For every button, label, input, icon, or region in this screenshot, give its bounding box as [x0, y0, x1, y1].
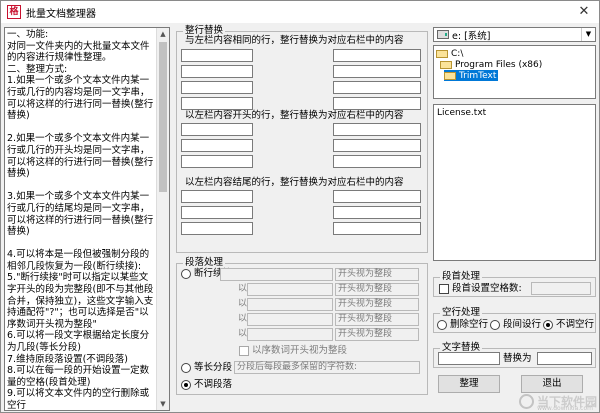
prefix-input-3[interactable]: [247, 313, 333, 326]
directory-list[interactable]: C:\ Program Files (x86) TrimText: [433, 45, 596, 99]
radio-spacing[interactable]: 段间设行: [490, 319, 541, 331]
indent-checkbox-label: 段首设置空格数:: [452, 283, 522, 294]
prefix-input-4[interactable]: [247, 328, 333, 341]
file-list[interactable]: License.txt: [433, 104, 596, 261]
indent-checkbox-box[interactable]: [439, 284, 449, 294]
start-right-input-3[interactable]: [333, 155, 421, 168]
blank-group-title: 空行处理: [440, 307, 483, 319]
replace-with-label: 替换为: [503, 353, 532, 364]
equal-split-placeholder: 分段后每段最多保留的字符数:: [237, 362, 358, 372]
start-left-input-2[interactable]: [181, 139, 253, 152]
same-left-input-4[interactable]: [181, 97, 253, 110]
start-right-input-2[interactable]: [333, 139, 421, 152]
scroll-down-icon[interactable]: ▼: [157, 398, 169, 410]
end-right-input-1[interactable]: [333, 190, 421, 203]
same-right-input-3[interactable]: [333, 81, 421, 94]
help-textbox[interactable]: 一、功能: 对同一文件夹内的大批量文本文件的内容进行规律性整理。 二、整理方式:…: [4, 27, 170, 411]
prefix-label-3: 以: [238, 314, 248, 324]
end-right-input-3[interactable]: [333, 222, 421, 235]
same-left-input-1[interactable]: [181, 49, 253, 62]
organize-button[interactable]: 整理: [438, 375, 500, 393]
watermark-url: www.downxia.com: [537, 405, 593, 412]
file-item[interactable]: License.txt: [437, 108, 486, 118]
end-left-input-3[interactable]: [181, 222, 253, 235]
radio-delete-blank-dot[interactable]: [437, 320, 447, 330]
continue-treat-0[interactable]: 开头视为整段: [335, 268, 419, 281]
start-left-input-3[interactable]: [181, 155, 253, 168]
help-text: 一、功能: 对同一文件夹内的大批量文本文件的内容进行规律性整理。 二、整理方式:…: [7, 29, 154, 411]
window-title: 批量文档整理器: [26, 8, 96, 20]
radio-equal-dot[interactable]: [181, 363, 191, 373]
scroll-thumb[interactable]: [159, 42, 167, 192]
radio-delete-blank[interactable]: 删除空行: [437, 319, 488, 331]
radio-equal-split[interactable]: 等长分段: [181, 362, 232, 374]
prefix-input-2[interactable]: [247, 298, 333, 311]
start-left-input-1[interactable]: [181, 123, 253, 136]
same-right-input-2[interactable]: [333, 65, 421, 78]
radio-no-blank-adjust-dot[interactable]: [543, 320, 553, 330]
drive-select[interactable]: e: [系统] ▼: [433, 27, 596, 42]
continue-input-0[interactable]: [220, 268, 333, 281]
replace-text-input[interactable]: [537, 352, 592, 365]
radio-no-adjust-dot[interactable]: [181, 380, 191, 390]
start-right-input-1[interactable]: [333, 123, 421, 136]
same-right-input-4[interactable]: [333, 97, 421, 110]
end-left-input-1[interactable]: [181, 190, 253, 203]
help-scrollbar[interactable]: ▲ ▼: [156, 28, 169, 410]
find-text-input[interactable]: [438, 352, 500, 365]
replace-end-caption: 以左栏内容结尾的行，整行替换为对应右栏中的内容: [185, 177, 404, 188]
indent-checkbox[interactable]: 段首设置空格数:: [439, 283, 522, 295]
same-left-input-2[interactable]: [181, 65, 253, 78]
same-right-input-1[interactable]: [333, 49, 421, 62]
dir-item[interactable]: Program Files (x86): [440, 59, 544, 70]
treat-label-1: 开头视为整段: [335, 283, 419, 296]
app-icon: 格: [7, 5, 21, 19]
watermark-logo-icon: [518, 394, 534, 409]
prefix-label-2: 以: [238, 299, 248, 309]
scroll-up-icon[interactable]: ▲: [157, 28, 169, 40]
treat-label-4: 开头视为整段: [335, 328, 419, 341]
radio-spacing-dot[interactable]: [490, 320, 500, 330]
indent-group-title: 段首处理: [440, 271, 483, 283]
same-left-input-3[interactable]: [181, 81, 253, 94]
end-right-input-2[interactable]: [333, 206, 421, 219]
radio-no-adjust-label: 不调段落: [194, 379, 233, 390]
folder-open-icon: [444, 71, 456, 80]
drive-icon: [437, 30, 449, 39]
dir-item[interactable]: C:\: [436, 48, 465, 59]
replace-start-caption: 以左栏内容开头的行，整行替换为对应右栏中的内容: [185, 110, 404, 121]
chevron-down-icon[interactable]: ▼: [581, 28, 595, 41]
app-window: 格 批量文档整理器 ✕ 一、功能: 对同一文件夹内的大批量文本文件的内容进行规律…: [0, 0, 600, 413]
prefix-input-1[interactable]: [247, 283, 333, 296]
dir-item-selected[interactable]: TrimText: [444, 70, 499, 81]
ordinal-checkbox[interactable]: 以序数词开头视为整段: [239, 345, 347, 357]
indent-count-input[interactable]: [531, 282, 591, 295]
prefix-label-4: 以: [238, 329, 248, 339]
replace-same-caption: 与左栏内容相同的行，整行替换为对应右栏中的内容: [185, 35, 404, 46]
radio-no-blank-adjust[interactable]: 不调空行: [543, 319, 594, 331]
radio-continue-dot[interactable]: [181, 269, 191, 279]
radio-equal-label: 等长分段: [194, 362, 233, 373]
title-bar: 格 批量文档整理器 ✕: [1, 1, 599, 23]
treat-label-3: 开头视为整段: [335, 313, 419, 326]
close-icon[interactable]: ✕: [573, 4, 595, 20]
ordinal-checkbox-box[interactable]: [239, 346, 249, 356]
folder-open-icon: [440, 60, 452, 69]
folder-open-icon: [436, 49, 448, 58]
drive-value: e: [系统]: [452, 30, 491, 42]
treat-label-2: 开头视为整段: [335, 298, 419, 311]
end-left-input-2[interactable]: [181, 206, 253, 219]
ordinal-checkbox-label: 以序数词开头视为整段: [252, 345, 348, 356]
radio-no-adjust[interactable]: 不调段落: [181, 379, 232, 391]
watermark: 当下软件园 www.downxia.com: [518, 393, 597, 412]
prefix-label-1: 以: [238, 284, 248, 294]
equal-split-input[interactable]: 分段后每段最多保留的字符数:: [234, 361, 420, 374]
exit-button[interactable]: 退出: [521, 375, 583, 393]
